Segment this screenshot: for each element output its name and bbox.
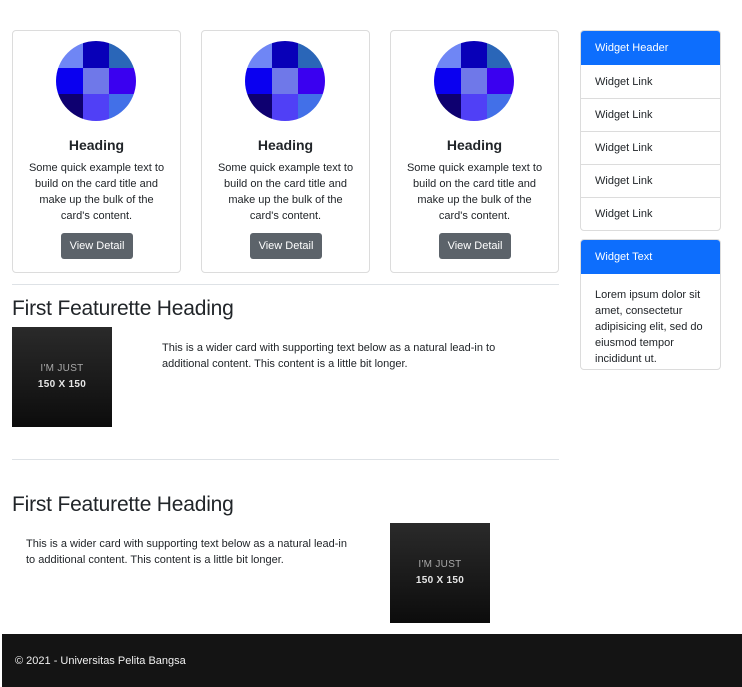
card-text: Some quick example text to build on the … bbox=[217, 162, 354, 222]
card-avatar-image bbox=[245, 41, 325, 121]
widget-text-panel: Widget Text Lorem ipsum dolor sit amet, … bbox=[580, 239, 721, 370]
card-text: Some quick example text to build on the … bbox=[28, 162, 165, 222]
card: Heading Some quick example text to build… bbox=[390, 30, 559, 273]
widget-link[interactable]: Widget Link bbox=[581, 197, 720, 230]
widget-link[interactable]: Widget Link bbox=[581, 164, 720, 197]
footer-copyright: © 2021 - Universitas Pelita Bangsa bbox=[15, 654, 186, 667]
featurette-text: This is a wider card with supporting tex… bbox=[162, 342, 496, 370]
widget-link[interactable]: Widget Link bbox=[581, 65, 720, 98]
widget-links-panel: Widget Header Widget Link Widget Link Wi… bbox=[580, 30, 721, 231]
divider bbox=[12, 459, 559, 460]
view-detail-button[interactable]: View Detail bbox=[250, 233, 322, 259]
widget-link[interactable]: Widget Link bbox=[581, 131, 720, 164]
card: Heading Some quick example text to build… bbox=[12, 30, 181, 273]
view-detail-button[interactable]: View Detail bbox=[61, 233, 133, 259]
placeholder-line1: I'M JUST bbox=[40, 363, 84, 374]
card-heading: Heading bbox=[257, 137, 314, 153]
placeholder-line1: I'M JUST bbox=[418, 559, 462, 570]
placeholder-line2: 150 X 150 bbox=[415, 575, 465, 586]
card-avatar-image bbox=[56, 41, 136, 121]
placeholder-line2: 150 X 150 bbox=[37, 379, 87, 390]
widget-link-list: Widget Link Widget Link Widget Link Widg… bbox=[581, 65, 720, 230]
featurette-heading: First Featurette Heading bbox=[12, 297, 234, 320]
widget-text-header: Widget Text bbox=[581, 240, 720, 274]
footer: © 2021 - Universitas Pelita Bangsa bbox=[2, 634, 742, 687]
card-heading: Heading bbox=[68, 137, 125, 153]
widget-link[interactable]: Widget Link bbox=[581, 98, 720, 131]
widget-header: Widget Header bbox=[581, 31, 720, 65]
placeholder-image: I'M JUST 150 X 150 bbox=[390, 523, 490, 623]
card-avatar-image bbox=[434, 41, 514, 121]
view-detail-button[interactable]: View Detail bbox=[439, 233, 511, 259]
card: Heading Some quick example text to build… bbox=[201, 30, 370, 273]
card-text: Some quick example text to build on the … bbox=[406, 162, 543, 222]
placeholder-image: I'M JUST 150 X 150 bbox=[12, 327, 112, 427]
featurette-text: This is a wider card with supporting tex… bbox=[26, 538, 347, 566]
widget-text-body: Lorem ipsum dolor sit amet, consectetur … bbox=[595, 289, 703, 365]
divider bbox=[12, 284, 559, 285]
featurette-heading: First Featurette Heading bbox=[12, 493, 234, 516]
card-heading: Heading bbox=[446, 137, 503, 153]
